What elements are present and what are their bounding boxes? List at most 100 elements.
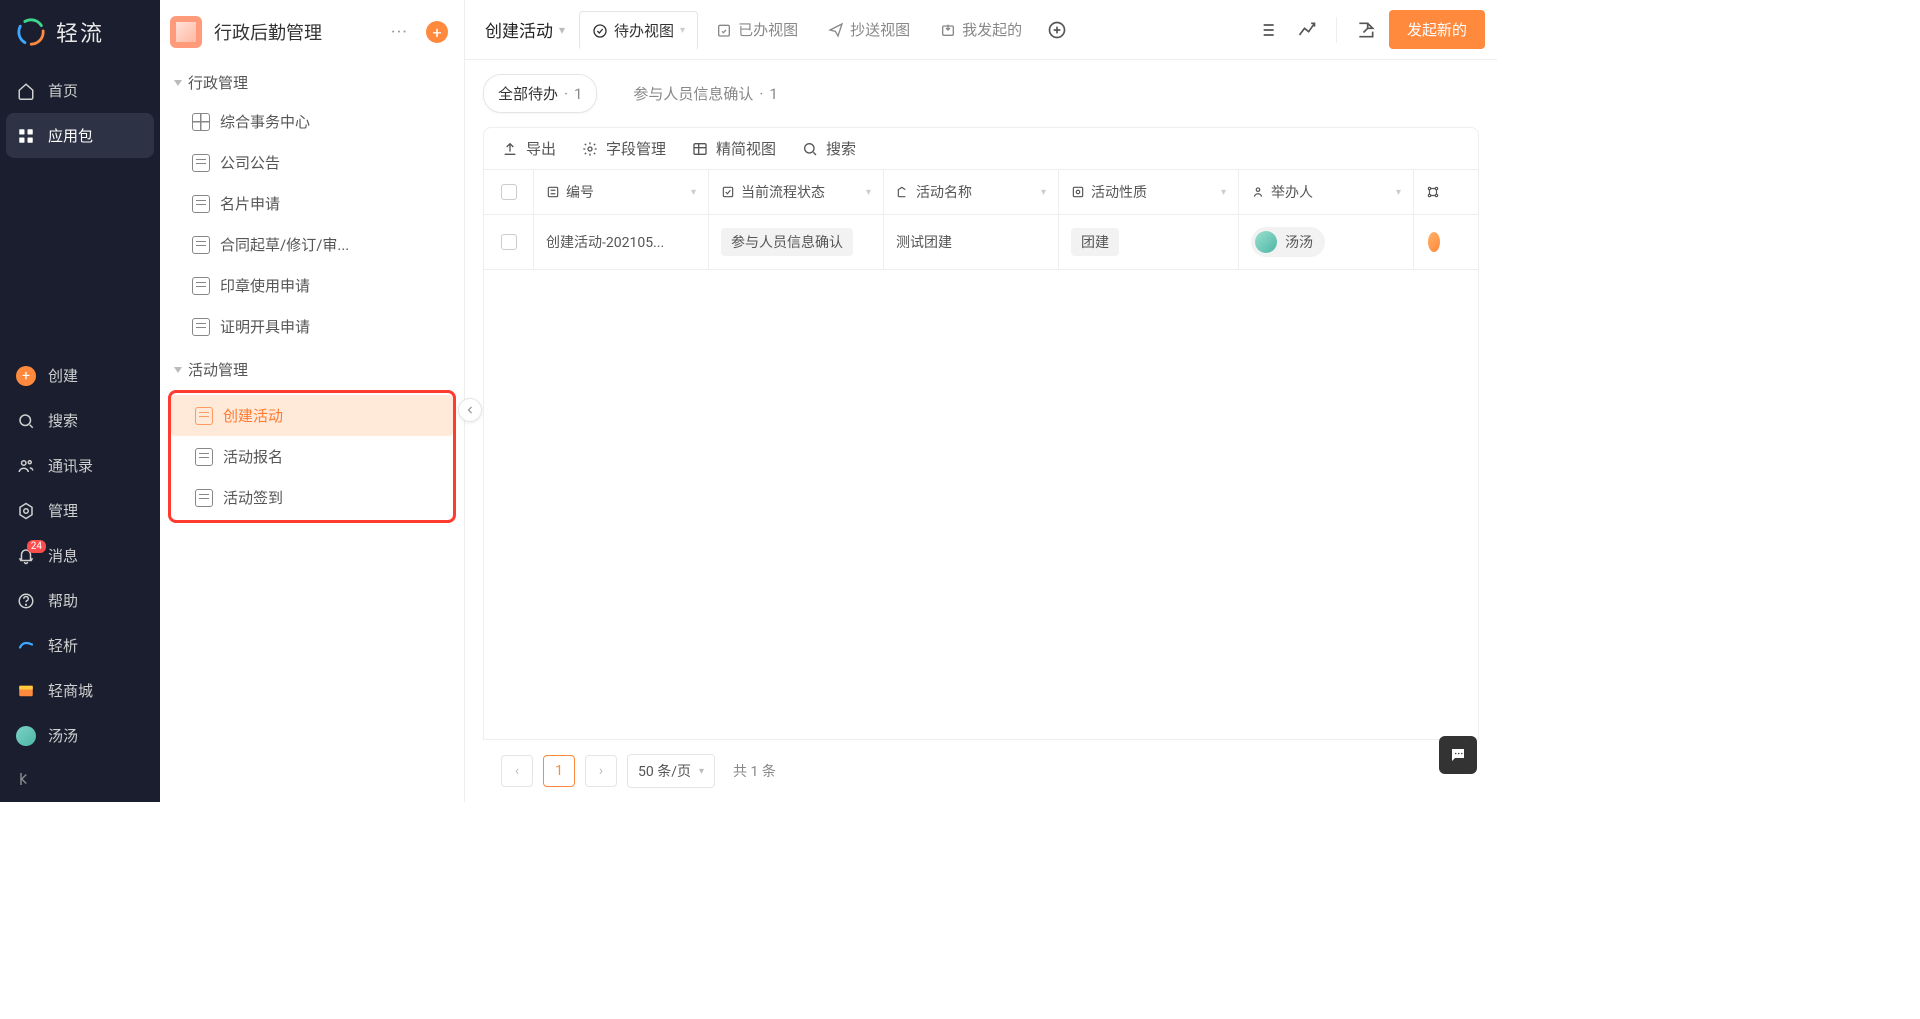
nav-user-label: 汤汤 (48, 725, 78, 746)
nav-home-label: 首页 (48, 80, 78, 101)
home-icon (16, 81, 36, 101)
pagination: ‹ 1 › 50 条/页▾ 共 1 条 (483, 739, 1479, 802)
nav-apps[interactable]: 应用包 (6, 113, 154, 158)
collapse-sidebar-button[interactable] (0, 758, 160, 802)
filter-tab-confirm[interactable]: 参与人员信息确认 · 1 (619, 75, 791, 112)
nav-help-label: 帮助 (48, 590, 78, 611)
chevron-down-icon: ▾ (680, 25, 685, 36)
cell-id: 创建活动-202105... (534, 215, 709, 269)
collapse-secondary-button[interactable] (458, 398, 482, 422)
tree-item-affairs[interactable]: 综合事务中心 (168, 101, 456, 142)
nav-search-label: 搜索 (48, 410, 78, 431)
chevron-down-icon (174, 367, 182, 373)
column-status[interactable]: 当前流程状态▾ (709, 170, 884, 214)
app-add-button[interactable]: + (426, 21, 448, 43)
highlight-annotation: 创建活动 活动报名 活动签到 (168, 390, 456, 523)
tree-item-card[interactable]: 名片申请 (168, 183, 456, 224)
compact-view-button[interactable]: 精简视图 (692, 138, 776, 159)
app-icon (170, 16, 202, 48)
nav-contacts[interactable]: 通讯录 (0, 443, 160, 488)
tree-group-admin[interactable]: 行政管理 (168, 64, 456, 101)
search-icon (16, 411, 36, 431)
plus-icon: + (16, 366, 36, 386)
header-checkbox[interactable] (484, 170, 534, 214)
column-extra[interactable] (1414, 170, 1454, 214)
search-button[interactable]: 搜索 (802, 138, 856, 159)
nav-create-label: 创建 (48, 365, 78, 386)
cell-organizer: 汤汤 (1239, 215, 1414, 269)
column-name[interactable]: 活动名称▾ (884, 170, 1059, 214)
tree-group-label: 行政管理 (188, 72, 248, 93)
page-size-select[interactable]: 50 条/页▾ (627, 754, 715, 788)
nav-analysis[interactable]: 轻析 (0, 623, 160, 668)
column-type[interactable]: 活动性质▾ (1059, 170, 1239, 214)
page-next-button[interactable]: › (585, 755, 617, 787)
view-tab-todo[interactable]: 待办视图 ▾ (579, 11, 698, 50)
tree-item-create-activity[interactable]: 创建活动 (171, 395, 453, 436)
create-new-button[interactable]: 发起新的 (1389, 10, 1485, 49)
gear-icon (16, 501, 36, 521)
export-button[interactable]: 导出 (502, 138, 556, 159)
brand-icon (16, 17, 46, 47)
nav-apps-label: 应用包 (48, 125, 93, 146)
outbox-icon (940, 22, 956, 38)
tree-item-contract[interactable]: 合同起草/修订/审... (168, 224, 456, 265)
tree-item-cert[interactable]: 证明开具申请 (168, 306, 456, 347)
nav-user[interactable]: 汤汤 (0, 713, 160, 758)
nav-create[interactable]: + 创建 (0, 353, 160, 398)
contacts-icon (16, 456, 36, 476)
list-view-button[interactable] (1250, 13, 1284, 47)
cell-name: 测试团建 (884, 215, 1059, 269)
page-number-button[interactable]: 1 (543, 755, 575, 787)
filter-tab-all[interactable]: 全部待办 · 1 (483, 74, 597, 113)
view-tab-cc[interactable]: 抄送视图 (816, 11, 922, 48)
table-row[interactable]: 创建活动-202105... 参与人员信息确认 测试团建 团建 汤汤 (484, 215, 1478, 270)
import-button[interactable] (1349, 13, 1383, 47)
column-id[interactable]: 编号▾ (534, 170, 709, 214)
help-icon (16, 591, 36, 611)
row-checkbox[interactable] (501, 234, 517, 250)
tree-item-checkin[interactable]: 活动签到 (171, 477, 453, 518)
nav-home[interactable]: 首页 (0, 68, 160, 113)
add-view-button[interactable] (1040, 13, 1074, 47)
view-tab-done[interactable]: 已办视图 (704, 11, 810, 48)
doc-icon (195, 448, 213, 466)
tree-item-seal[interactable]: 印章使用申请 (168, 265, 456, 306)
tree-item-signup[interactable]: 活动报名 (171, 436, 453, 477)
app-more-button[interactable]: ··· (385, 22, 414, 43)
nav-search[interactable]: 搜索 (0, 398, 160, 443)
nav-contacts-label: 通讯录 (48, 455, 93, 476)
nav-analysis-label: 轻析 (48, 635, 78, 656)
table-toolbar: 导出 字段管理 精简视图 搜索 (483, 127, 1479, 170)
calendar-check-icon (716, 22, 732, 38)
primary-nav: 轻流 首页 应用包 + 创建 搜索 通讯录 管理 (0, 0, 160, 802)
tree-item-announce[interactable]: 公司公告 (168, 142, 456, 183)
nav-help[interactable]: 帮助 (0, 578, 160, 623)
secondary-nav: 行政后勤管理 ··· + 行政管理 综合事务中心 公司公告 名片申请 合同起草/… (160, 0, 465, 802)
fields-button[interactable]: 字段管理 (582, 138, 666, 159)
nav-store[interactable]: 轻商城 (0, 668, 160, 713)
module-dropdown[interactable]: 创建活动 ▾ (477, 11, 573, 48)
analysis-icon (16, 636, 36, 656)
tree-group-activity[interactable]: 活动管理 (168, 351, 456, 388)
nav-manage[interactable]: 管理 (0, 488, 160, 533)
view-tab-mine[interactable]: 我发起的 (928, 11, 1034, 48)
doc-icon (192, 195, 210, 213)
data-table: 编号▾ 当前流程状态▾ 活动名称▾ 活动性质▾ 举办人▾ 创建活动-202105… (483, 170, 1479, 739)
tree-group-label: 活动管理 (188, 359, 248, 380)
brand[interactable]: 轻流 (0, 0, 160, 68)
doc-icon (192, 318, 210, 336)
stats-button[interactable] (1290, 13, 1324, 47)
doc-icon (195, 489, 213, 507)
chevron-down-icon: ▾ (559, 23, 565, 37)
page-prev-button[interactable]: ‹ (501, 755, 533, 787)
column-organizer[interactable]: 举办人▾ (1239, 170, 1414, 214)
nav-messages[interactable]: 24 消息 (0, 533, 160, 578)
filter-tabs: 全部待办 · 1 参与人员信息确认 · 1 (465, 60, 1497, 127)
nav-manage-label: 管理 (48, 500, 78, 521)
doc-icon (192, 236, 210, 254)
grid-icon (16, 126, 36, 146)
chat-fab[interactable] (1439, 736, 1477, 774)
status-badge (1426, 230, 1442, 254)
nav-tree: 行政管理 综合事务中心 公司公告 名片申请 合同起草/修订/审... 印章使用申… (160, 64, 464, 527)
